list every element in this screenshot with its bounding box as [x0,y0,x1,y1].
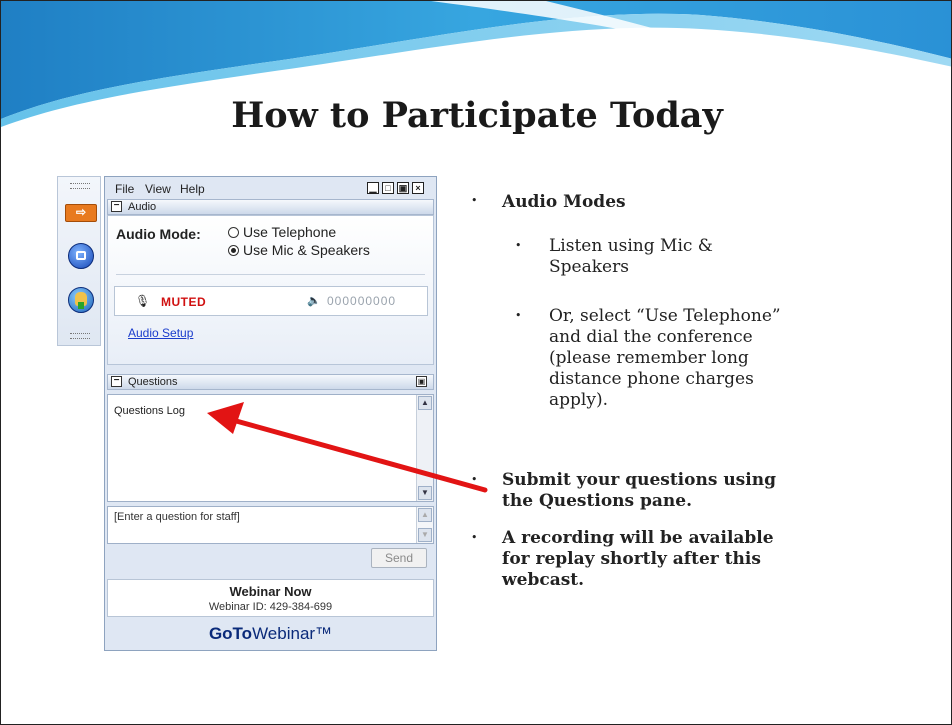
popout-questions-icon[interactable]: ▣ [416,376,427,387]
gotowebinar-logo: GoToWebinar™ [105,624,436,644]
audio-section-header[interactable]: − Audio [107,199,434,215]
radio-use-mic-speakers[interactable]: Use Mic & Speakers [228,242,370,258]
webinar-info-box: Webinar Now Webinar ID: 429-384-699 [107,579,434,617]
bullet-telephone-line4: distance phone charges [549,369,754,389]
gotowebinar-control-panel: File View Help ▁ □ ▣ × − Audio Audio Mod… [104,176,437,651]
question-input[interactable]: [Enter a question for staff] ▲ ▼ [107,506,434,544]
menu-file[interactable]: File [115,182,134,196]
menu-help[interactable]: Help [180,182,205,196]
show-hide-panel-arrow-icon[interactable]: ⇨ [65,204,97,222]
radio-telephone-indicator[interactable] [228,227,239,238]
raise-hand-icon[interactable] [68,287,94,313]
radio-use-telephone[interactable]: Use Telephone [228,224,336,240]
divider [116,274,425,275]
bullet-recording-line2: for replay shortly after this [502,549,761,569]
bullet-questions-line1: Submit your questions using [502,470,776,490]
strip-grip-bottom[interactable] [70,333,90,339]
scroll-down-icon[interactable]: ▼ [418,486,432,500]
bullet-marker: • [515,309,522,322]
screen-share-icon[interactable] [68,243,94,269]
bullet-telephone-line2: and dial the conference [549,327,753,347]
maximize-button[interactable]: ▣ [397,182,409,194]
input-scroll-down-icon[interactable]: ▼ [418,528,432,542]
microphone-icon[interactable]: 🎙 [135,294,150,308]
question-input-placeholder: [Enter a question for staff] [114,511,240,523]
bullet-listen-line1: Listen using Mic & [549,236,713,256]
close-button[interactable]: × [412,182,424,194]
questions-section-label: Questions [128,376,178,388]
questions-log-scrollbar[interactable]: ▲ ▼ [416,395,433,501]
collapse-questions-icon[interactable]: − [111,376,122,387]
webinar-id: Webinar ID: 429-384-699 [208,601,333,613]
bullet-marker: • [471,473,478,486]
bullet-listen-line2: Speakers [549,257,629,277]
radio-telephone-label: Use Telephone [243,224,337,240]
radio-mic-indicator[interactable] [228,245,239,256]
bullet-recording-line3: webcast. [502,570,585,590]
logo-webinar: Webinar™ [252,624,333,643]
questions-section-header[interactable]: − Questions ▣ [107,374,434,390]
audio-setup-link[interactable]: Audio Setup [128,326,193,340]
mic-muted-status[interactable]: MUTED [161,295,206,309]
questions-log-text: Questions Log [114,405,185,417]
questions-log: Questions Log ▲ ▼ [107,394,434,502]
bullet-telephone-line1: Or, select “Use Telephone” [549,306,781,326]
radio-mic-label: Use Mic & Speakers [243,242,370,258]
minimize-button[interactable]: ▁ [367,182,379,194]
logo-goto: GoTo [208,624,253,643]
send-button[interactable]: Send [371,548,427,568]
header-swoosh [1,1,951,127]
question-input-scrollbar[interactable]: ▲ ▼ [416,507,433,543]
bullet-marker: • [515,239,522,252]
restore-button[interactable]: □ [382,182,394,194]
webinar-title: Webinar Now [229,584,312,599]
mic-status-bar: 🎙 MUTED 🔈 000000000 [114,286,428,316]
bullet-telephone-line3: (please remember long [549,348,749,368]
menu-bar: File View Help ▁ □ ▣ × [105,177,436,199]
slide-title: How to Participate Today [231,95,723,136]
menu-view[interactable]: View [145,182,171,196]
slide: How to Participate Today ⇨ File View Hel… [0,0,952,725]
input-scroll-up-icon[interactable]: ▲ [418,508,432,522]
audio-pane: Audio Mode: Use Telephone Use Mic & Spea… [107,215,434,365]
scroll-up-icon[interactable]: ▲ [418,396,432,410]
collapse-audio-icon[interactable]: − [111,201,122,212]
bullet-marker: • [471,194,478,207]
bullet-telephone-line5: apply). [549,390,608,410]
audio-section-label: Audio [128,201,157,213]
audio-mode-label: Audio Mode: [116,226,201,242]
audio-level-meter: 000000000 [327,294,397,308]
bullet-marker: • [471,531,478,544]
control-strip: ⇨ [57,176,101,346]
strip-grip-top[interactable] [70,183,90,189]
speaker-icon: 🔈 [307,295,321,307]
bullet-audio-modes: Audio Modes [502,192,626,212]
bullet-questions-line2: the Questions pane. [502,491,692,511]
bullet-recording-line1: A recording will be available [502,528,774,548]
